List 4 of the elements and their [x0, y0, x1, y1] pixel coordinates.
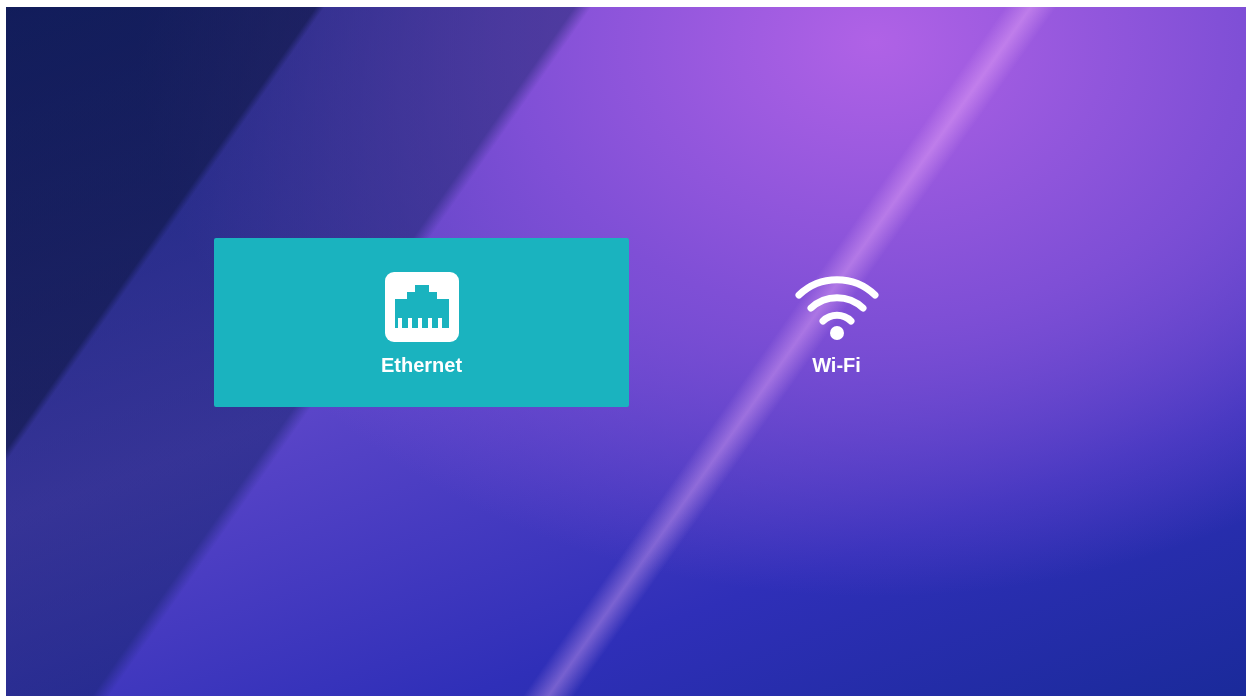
- network-option-tile[interactable]: Wi-Fi: [629, 238, 1044, 407]
- ethernet-port-icon: [384, 272, 459, 342]
- option-label: Wi-Fi: [812, 354, 861, 377]
- option-label: Ethernet: [380, 354, 463, 377]
